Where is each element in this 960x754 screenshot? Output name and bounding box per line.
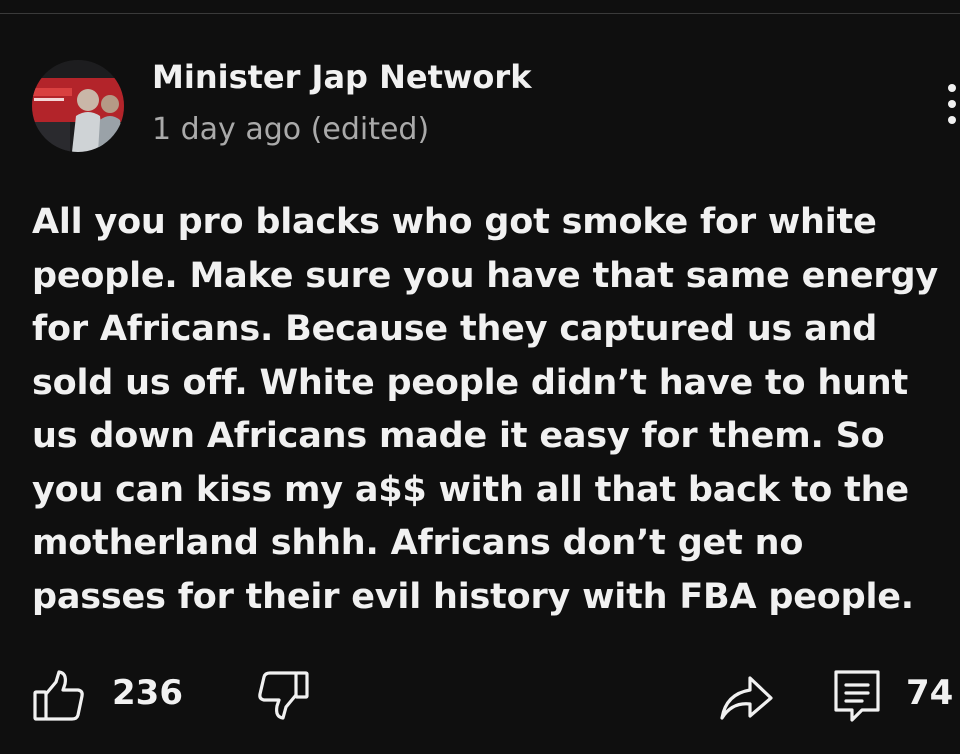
reply-count: 74	[906, 673, 954, 713]
author-name[interactable]: Minister Jap Network	[152, 58, 531, 96]
more-vertical-icon	[948, 116, 956, 124]
like-count: 236	[112, 673, 183, 713]
comment-timestamp: 1 day ago (edited)	[152, 112, 430, 147]
reply-button[interactable]	[832, 668, 882, 724]
comment-reply-icon	[834, 670, 880, 722]
avatar[interactable]	[32, 60, 124, 152]
more-vertical-icon	[948, 84, 956, 92]
top-divider	[0, 13, 960, 14]
more-vertical-icon	[948, 100, 956, 108]
avatar-image-icon	[32, 60, 124, 152]
dislike-button[interactable]	[256, 670, 310, 724]
share-button[interactable]	[718, 672, 774, 722]
comment-body: All you pro blacks who got smoke for whi…	[32, 202, 938, 617]
thumbs-down-icon	[258, 671, 309, 720]
share-arrow-icon	[720, 676, 773, 720]
more-options-button[interactable]	[936, 84, 960, 130]
thumbs-up-icon	[33, 670, 84, 721]
like-button[interactable]	[32, 668, 86, 722]
